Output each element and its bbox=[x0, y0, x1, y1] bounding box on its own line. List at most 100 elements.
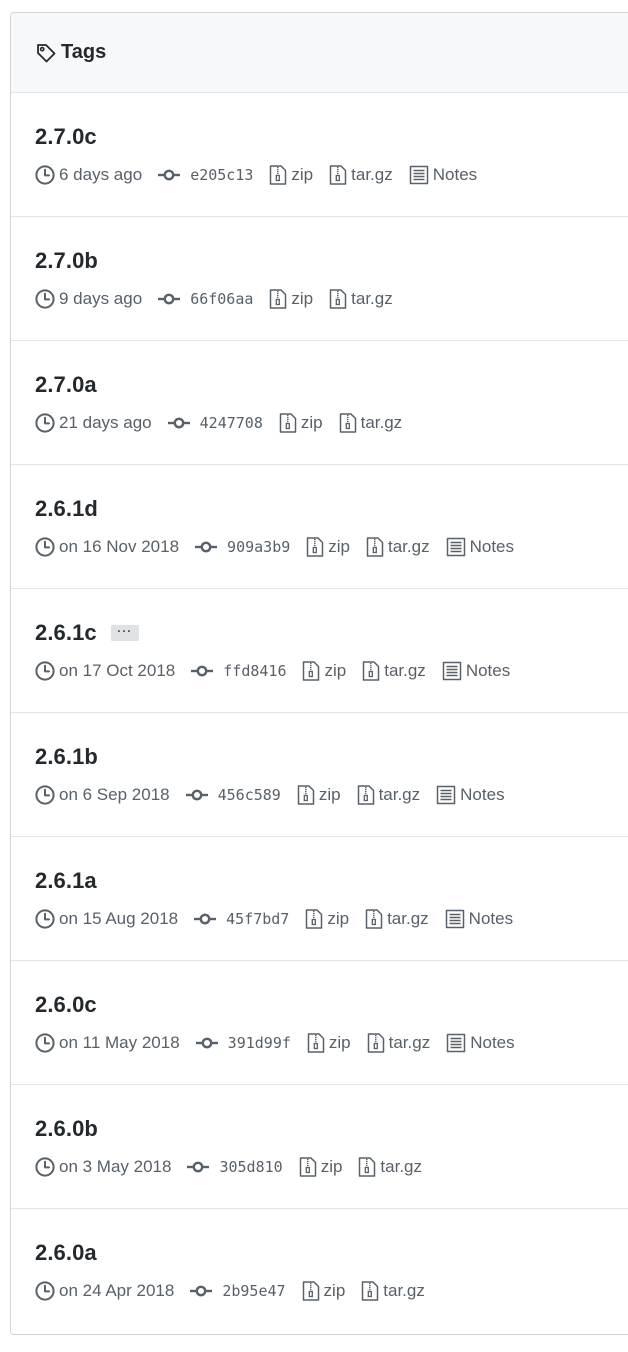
tag-title: 2.7.0a bbox=[35, 369, 625, 401]
zip-label: zip bbox=[327, 909, 350, 928]
tag-title: 2.6.0a bbox=[35, 1237, 625, 1269]
clock-icon bbox=[35, 1157, 55, 1177]
tag-date: on 15 Aug 2018 bbox=[35, 909, 178, 929]
zip-download-link[interactable]: zip bbox=[299, 1157, 342, 1177]
targz-download-link[interactable]: tar.gz bbox=[339, 413, 402, 433]
tag-list: 2.7.0c 6 days ago e205c13 zip tar.gz Not… bbox=[11, 93, 628, 1333]
clock-icon bbox=[35, 289, 55, 309]
file-text-icon bbox=[442, 661, 462, 681]
targz-label: tar.gz bbox=[380, 1157, 423, 1176]
tag-date-text: on 15 Aug 2018 bbox=[59, 909, 179, 928]
zip-download-link[interactable]: zip bbox=[269, 165, 313, 185]
commit-link[interactable]: 909a3b9 bbox=[195, 538, 290, 556]
zip-download-link[interactable]: zip bbox=[279, 413, 323, 433]
zip-label: zip bbox=[291, 165, 314, 184]
commit-sha: 4247708 bbox=[199, 414, 263, 432]
tag-name-link[interactable]: 2.6.0a bbox=[35, 1240, 97, 1266]
tag-name-link[interactable]: 2.6.1d bbox=[35, 496, 98, 522]
commit-link[interactable]: ffd8416 bbox=[191, 662, 286, 680]
targz-download-link[interactable]: tar.gz bbox=[358, 1157, 422, 1177]
git-commit-icon bbox=[191, 664, 214, 678]
tag-meta: 21 days ago 4247708 zip tar.gz bbox=[35, 411, 625, 435]
targz-label: tar.gz bbox=[378, 785, 421, 804]
file-zip-icon bbox=[279, 413, 297, 433]
targz-download-link[interactable]: tar.gz bbox=[366, 537, 430, 557]
tag-date: on 3 May 2018 bbox=[35, 1157, 171, 1177]
tag-name-link[interactable]: 2.6.1a bbox=[35, 868, 97, 894]
release-notes-link[interactable]: Notes bbox=[446, 537, 514, 557]
tag-name-link[interactable]: 2.6.1c bbox=[35, 620, 97, 646]
zip-download-link[interactable]: zip bbox=[302, 661, 346, 681]
git-commit-icon bbox=[194, 912, 217, 926]
targz-download-link[interactable]: tar.gz bbox=[361, 1281, 425, 1301]
tag-meta: on 17 Oct 2018 ffd8416 zip tar.gz Notes bbox=[35, 659, 625, 683]
commit-sha: 2b95e47 bbox=[222, 1282, 286, 1300]
commit-link[interactable]: 66f06aa bbox=[158, 290, 253, 308]
file-zip-icon bbox=[339, 413, 357, 433]
expand-ellipsis-button[interactable]: ··· bbox=[110, 625, 139, 641]
tag-meta: 9 days ago 66f06aa zip tar.gz bbox=[35, 287, 625, 311]
tag-row: 2.7.0c 6 days ago e205c13 zip tar.gz Not… bbox=[11, 93, 628, 217]
tag-name-link[interactable]: 2.6.0b bbox=[35, 1116, 98, 1142]
file-zip-icon bbox=[361, 1281, 379, 1301]
tag-name-link[interactable]: 2.6.0c bbox=[35, 992, 97, 1018]
release-notes-link[interactable]: Notes bbox=[446, 1033, 515, 1053]
zip-download-link[interactable]: zip bbox=[269, 289, 313, 309]
tag-row: 2.6.1b on 6 Sep 2018 456c589 zip tar.gz … bbox=[11, 713, 628, 837]
tags-header: Tags bbox=[11, 13, 628, 93]
release-notes-link[interactable]: Notes bbox=[445, 909, 513, 929]
zip-download-link[interactable]: zip bbox=[305, 909, 349, 929]
zip-download-link[interactable]: zip bbox=[307, 1033, 351, 1053]
commit-link[interactable]: 45f7bd7 bbox=[194, 910, 289, 928]
tag-title: 2.7.0b bbox=[35, 245, 625, 277]
targz-download-link[interactable]: tar.gz bbox=[329, 165, 393, 185]
commit-link[interactable]: e205c13 bbox=[158, 166, 253, 184]
commit-sha: 305d810 bbox=[219, 1158, 283, 1176]
file-zip-icon bbox=[357, 785, 375, 805]
git-commit-icon bbox=[167, 416, 190, 430]
tag-name-link[interactable]: 2.7.0c bbox=[35, 124, 97, 150]
git-commit-icon bbox=[195, 540, 218, 554]
targz-download-link[interactable]: tar.gz bbox=[329, 289, 393, 309]
zip-download-link[interactable]: zip bbox=[297, 785, 341, 805]
git-commit-icon bbox=[158, 168, 181, 182]
targz-download-link[interactable]: tar.gz bbox=[365, 909, 429, 929]
tag-row: 2.6.0b on 3 May 2018 305d810 zip tar.gz bbox=[11, 1085, 628, 1209]
notes-label: Notes bbox=[470, 1033, 515, 1052]
targz-label: tar.gz bbox=[351, 165, 393, 184]
tag-row: 2.7.0a 21 days ago 4247708 zip tar.gz bbox=[11, 341, 628, 465]
release-notes-link[interactable]: Notes bbox=[436, 785, 505, 805]
commit-link[interactable]: 2b95e47 bbox=[190, 1282, 286, 1300]
release-notes-link[interactable]: Notes bbox=[442, 661, 510, 681]
tag-row: 2.6.0a on 24 Apr 2018 2b95e47 zip tar.gz bbox=[11, 1209, 628, 1333]
commit-link[interactable]: 391d99f bbox=[195, 1034, 291, 1052]
file-text-icon bbox=[409, 165, 429, 185]
file-zip-icon bbox=[367, 1033, 385, 1053]
commit-sha: ffd8416 bbox=[223, 662, 287, 680]
tag-name-link[interactable]: 2.7.0a bbox=[35, 372, 97, 398]
clock-icon bbox=[35, 413, 55, 433]
tag-name-link[interactable]: 2.6.1b bbox=[35, 744, 98, 770]
tag-date: 6 days ago bbox=[35, 165, 142, 185]
tag-date: on 24 Apr 2018 bbox=[35, 1281, 174, 1301]
targz-download-link[interactable]: tar.gz bbox=[357, 785, 421, 805]
zip-download-link[interactable]: zip bbox=[302, 1281, 346, 1301]
commit-link[interactable]: 456c589 bbox=[185, 786, 281, 804]
tag-name-link[interactable]: 2.7.0b bbox=[35, 248, 98, 274]
zip-label: zip bbox=[323, 1281, 346, 1300]
commit-link[interactable]: 305d810 bbox=[187, 1158, 283, 1176]
tag-date-text: on 17 Oct 2018 bbox=[59, 661, 176, 680]
tag-row: 2.6.1a on 15 Aug 2018 45f7bd7 zip tar.gz… bbox=[11, 837, 628, 961]
notes-label: Notes bbox=[432, 165, 478, 184]
tag-row: 2.6.1d on 16 Nov 2018 909a3b9 zip tar.gz… bbox=[11, 465, 628, 589]
commit-link[interactable]: 4247708 bbox=[167, 414, 263, 432]
git-commit-icon bbox=[158, 292, 181, 306]
tag-row: 2.6.1c ··· on 17 Oct 2018 ffd8416 zip ta… bbox=[11, 589, 628, 713]
file-text-icon bbox=[445, 909, 465, 929]
zip-download-link[interactable]: zip bbox=[306, 537, 350, 557]
targz-download-link[interactable]: tar.gz bbox=[362, 661, 426, 681]
targz-download-link[interactable]: tar.gz bbox=[367, 1033, 430, 1053]
file-zip-icon bbox=[329, 165, 347, 185]
release-notes-link[interactable]: Notes bbox=[409, 165, 477, 185]
targz-label: tar.gz bbox=[384, 661, 426, 680]
